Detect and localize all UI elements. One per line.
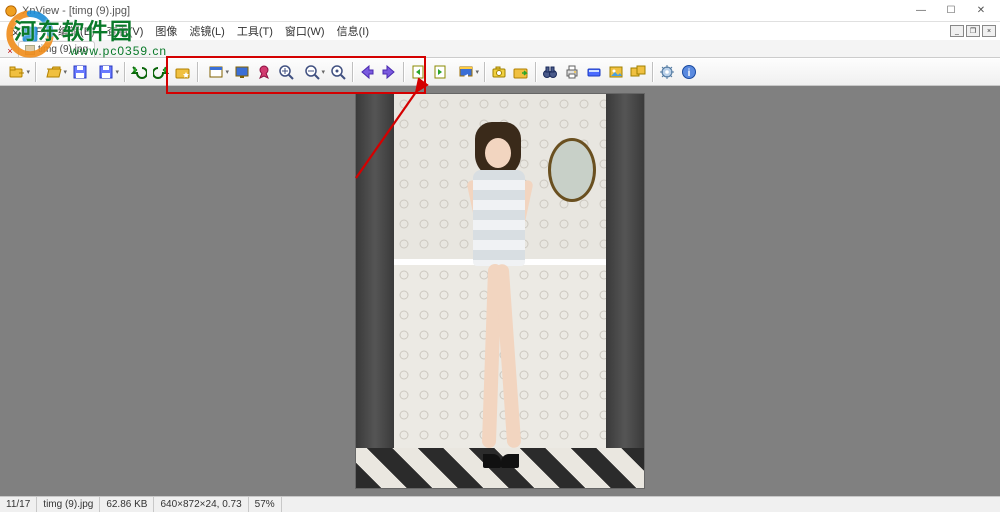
- status-index: 11/17: [0, 497, 37, 512]
- menu-info[interactable]: 信息(I): [331, 23, 375, 39]
- menu-file[interactable]: 文件(F): [4, 23, 52, 39]
- redo-icon: [153, 64, 169, 80]
- tab-label: timg (9).jpg: [38, 44, 88, 55]
- status-filesize: 62.86 KB: [100, 497, 154, 512]
- zoom-in-button[interactable]: [275, 61, 297, 83]
- scanner-button[interactable]: [583, 61, 605, 83]
- menu-image[interactable]: 图像: [149, 23, 183, 39]
- menu-filter[interactable]: 滤镜(L): [183, 23, 230, 39]
- explorer-button[interactable]: [510, 61, 532, 83]
- first-page-button[interactable]: [407, 61, 429, 83]
- fullscreen-button[interactable]: [231, 61, 253, 83]
- scanner-icon: [586, 64, 602, 80]
- menubar: 文件(F) 编辑(E) 查看(V) 图像 滤镜(L) 工具(T) 窗口(W) 信…: [0, 22, 1000, 40]
- statusbar: 11/17 timg (9).jpg 62.86 KB 640×872×24, …: [0, 496, 1000, 512]
- window-title: XnView - [timg (9).jpg]: [22, 5, 906, 17]
- find-button[interactable]: [539, 61, 561, 83]
- compare-button[interactable]: [627, 61, 649, 83]
- svg-text:i: i: [688, 68, 691, 79]
- screen-icon: [234, 64, 250, 80]
- prev-file-button[interactable]: [356, 61, 378, 83]
- acquire-button[interactable]: [488, 61, 510, 83]
- fit-window-button[interactable]: [201, 61, 231, 83]
- page-last-icon: [432, 64, 448, 80]
- open-button[interactable]: [39, 61, 69, 83]
- next-file-button[interactable]: [378, 61, 400, 83]
- about-button[interactable]: i: [678, 61, 700, 83]
- arrow-right-icon: [381, 64, 397, 80]
- slideshow-button[interactable]: [451, 61, 481, 83]
- titlebar: XnView - [timg (9).jpg] — ☐ ✕: [0, 0, 1000, 22]
- last-page-button[interactable]: [429, 61, 451, 83]
- wallpaper-button[interactable]: [605, 61, 627, 83]
- picture-icon: [608, 64, 624, 80]
- tabbar: × timg (9).jpg: [0, 40, 1000, 58]
- printer-icon: [564, 64, 580, 80]
- undo-icon: [131, 64, 147, 80]
- zoom-out-button[interactable]: [297, 61, 327, 83]
- floppy-plus-icon: [98, 64, 114, 80]
- app-icon: [4, 4, 18, 18]
- minimize-button[interactable]: —: [906, 2, 936, 20]
- zoom-reset-button[interactable]: [327, 61, 349, 83]
- menu-edit[interactable]: 编辑(E): [52, 23, 101, 39]
- medal-icon: [256, 64, 272, 80]
- menu-view[interactable]: 查看(V): [101, 23, 150, 39]
- image-pair-icon: [630, 64, 646, 80]
- no-fit-button[interactable]: [253, 61, 275, 83]
- image-content: [356, 94, 644, 488]
- floppy-icon: [72, 64, 88, 80]
- binoculars-icon: [542, 64, 558, 80]
- menu-window[interactable]: 窗口(W): [279, 23, 331, 39]
- folder-go-icon: [513, 64, 529, 80]
- info-icon: i: [681, 64, 697, 80]
- save-button[interactable]: [69, 61, 91, 83]
- slideshow-icon: [458, 64, 474, 80]
- status-dimensions: 640×872×24, 0.73: [154, 497, 248, 512]
- camera-icon: [491, 64, 507, 80]
- print-button[interactable]: [561, 61, 583, 83]
- settings-button[interactable]: [656, 61, 678, 83]
- favorites-button[interactable]: [172, 61, 194, 83]
- gear-icon: [659, 64, 675, 80]
- redo-button[interactable]: [150, 61, 172, 83]
- mdi-controls: _ ❐ ×: [948, 25, 996, 37]
- folder-open-icon: [46, 64, 62, 80]
- zoom-reset-icon: [330, 64, 346, 80]
- folder-star-icon: [175, 64, 191, 80]
- image-icon: [25, 45, 35, 55]
- toolbar: i: [0, 58, 1000, 86]
- image-viewport[interactable]: [0, 86, 1000, 496]
- maximize-button[interactable]: ☐: [936, 2, 966, 20]
- close-button[interactable]: ✕: [966, 2, 996, 20]
- fit-icon: [208, 64, 224, 80]
- mdi-close[interactable]: ×: [982, 25, 996, 37]
- mdi-minimize[interactable]: _: [950, 25, 964, 37]
- status-zoom: 57%: [249, 497, 282, 512]
- mdi-restore[interactable]: ❐: [966, 25, 980, 37]
- undo-button[interactable]: [128, 61, 150, 83]
- tab-close-all[interactable]: ×: [4, 45, 16, 57]
- folder-tree-icon: [9, 64, 25, 80]
- arrow-left-icon: [359, 64, 375, 80]
- zoom-in-icon: [278, 64, 294, 80]
- save-as-button[interactable]: [91, 61, 121, 83]
- status-filename: timg (9).jpg: [37, 497, 100, 512]
- browse-button[interactable]: [2, 61, 32, 83]
- tab-image[interactable]: timg (9).jpg: [18, 41, 95, 57]
- zoom-out-icon: [304, 64, 320, 80]
- page-first-icon: [410, 64, 426, 80]
- menu-tools[interactable]: 工具(T): [231, 23, 279, 39]
